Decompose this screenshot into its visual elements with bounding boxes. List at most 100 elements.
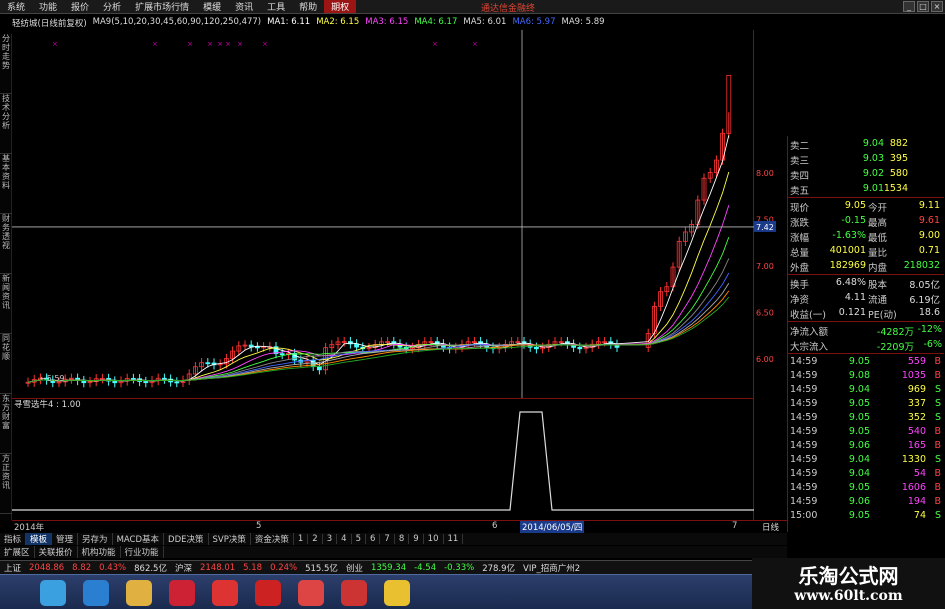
indicator-chart[interactable]: 0.800.600.400.20 (12, 398, 754, 520)
candlestick-chart[interactable]: × × × × × × × × × ×←5.59 (12, 30, 754, 400)
candle-body (577, 346, 583, 350)
folder-icon[interactable] (126, 580, 152, 606)
ask-row: 卖三 9.03 395 (788, 152, 944, 167)
indicator-tab[interactable]: DDE决策 (164, 533, 209, 545)
media-player-icon[interactable] (169, 580, 195, 606)
indicator-tab[interactable]: 10 (424, 534, 444, 544)
indicator-tab[interactable]: 9 (409, 534, 424, 544)
indicator-tab[interactable]: 8 (395, 534, 410, 544)
stat-label-2: 内盘 (868, 263, 888, 274)
menu-item-0[interactable]: 系统 (0, 0, 32, 13)
menu-item-4[interactable]: 扩展市场行情 (128, 0, 196, 13)
stat-value: 4.11 (844, 292, 866, 303)
indicator-tab[interactable]: 管理 (52, 533, 79, 545)
tick-volume: 540 (907, 426, 926, 437)
minimize-icon[interactable]: _ (903, 1, 915, 12)
site-watermark: 乐淘公式网 www.60lt.com (752, 558, 945, 609)
brand-title: 通达信金融终 (480, 4, 535, 14)
stat-label: 涨跌 (790, 218, 810, 229)
price-axis: 8.007.507.427.006.506.00 (754, 169, 776, 364)
close-icon[interactable]: × (931, 1, 943, 12)
price-tick: 7.00 (756, 262, 774, 271)
menu-item-6[interactable]: 资讯 (228, 0, 260, 13)
left-tab-5[interactable]: 同花顺 (0, 334, 12, 394)
price-tick: 6.50 (756, 309, 774, 318)
quote-panel: 卖二 9.04 882 卖三 9.03 395 卖四 9.02 580 卖五 9.01 1534 现价 9… (787, 136, 945, 532)
menu-item-2[interactable]: 报价 (64, 0, 96, 13)
left-tab-2[interactable]: 基本资料 (0, 154, 12, 214)
indicator-tab[interactable]: 资金决策 (251, 533, 294, 545)
indicator-tabs: 指标 模板 管理 另存为 MACD基本 DDE决策 SVP决策 资金决策 1 2 3 4 5 6 7 8 9 10… (0, 533, 787, 545)
left-tab-3[interactable]: 财务透视 (0, 214, 12, 274)
ask-label: 卖二 (790, 141, 810, 152)
signal-marker: × (472, 40, 478, 48)
indicator-tab[interactable]: 另存为 (78, 533, 113, 545)
tick-time: 14:59 (790, 398, 818, 409)
menu-item-1[interactable]: 功能 (32, 0, 64, 13)
extension-tab[interactable]: 机构功能 (78, 546, 121, 558)
tick-price: 9.05 (848, 426, 870, 437)
stock-app-icon-2[interactable] (298, 580, 324, 606)
menu-item-7[interactable]: 工具 (260, 0, 292, 13)
signal-marker: × (187, 40, 193, 48)
panel-divider (788, 321, 944, 322)
stat-row: 现价 9.05 今开 9.11 (788, 199, 944, 214)
tick-row: 14:59 9.05 352 S (788, 411, 944, 425)
maximize-icon[interactable]: □ (917, 1, 929, 12)
indicator-tab[interactable]: 6 (366, 534, 381, 544)
indicator-tab[interactable]: 3 (323, 534, 338, 544)
left-tab-1[interactable]: 技术分析 (0, 94, 12, 154)
indicator-tab[interactable]: 模板 (26, 533, 53, 545)
tick-time: 14:59 (790, 454, 818, 465)
tick-time: 15:00 (790, 510, 818, 521)
tick-volume: 165 (907, 440, 926, 451)
left-tab-7[interactable]: 方正资讯 (0, 454, 12, 514)
tick-volume: 337 (907, 398, 926, 409)
menu-item-8[interactable]: 帮助 (292, 0, 324, 13)
stat-value: 6.48% (835, 277, 866, 288)
menu-bar: 系统 功能 报价 分析 扩展市场行情 模缓 资讯 工具 帮助 期权 (0, 0, 945, 14)
indicator-tab[interactable]: 7 (380, 534, 395, 544)
stock-app-icon[interactable] (255, 580, 281, 606)
ask-price: 9.04 (862, 138, 884, 149)
tick-volume: 969 (907, 384, 926, 395)
stat-value: 9.05 (844, 200, 866, 211)
indicator-tab[interactable]: SVP决策 (209, 533, 251, 545)
left-tab-4[interactable]: 新闻资讯 (0, 274, 12, 334)
windows-start-icon[interactable] (40, 580, 66, 606)
indicator-tab[interactable]: 1 (294, 534, 309, 544)
left-tab-0[interactable]: 分时走势 (0, 34, 12, 94)
app-red-icon[interactable] (212, 580, 238, 606)
status-item: 0.24% (270, 562, 298, 573)
extension-tab[interactable]: 扩展区 (0, 546, 35, 558)
flow-row: 净流入额 -4282万 -12% (788, 323, 944, 338)
tick-row: 14:59 9.04 54 B (788, 467, 944, 481)
period-label[interactable]: 日线 (762, 521, 779, 533)
indicator-tab[interactable]: 4 (337, 534, 352, 544)
menu-item-9[interactable]: 期权 (324, 0, 357, 13)
indicator-tab[interactable]: 5 (352, 534, 366, 544)
stat-value-2: 8.05亿 (909, 280, 940, 291)
ie-browser-icon[interactable] (83, 580, 109, 606)
date-tick: 7 (732, 521, 738, 531)
extension-tab[interactable]: 关联报价 (35, 546, 78, 558)
date-tick: 6 (492, 521, 498, 531)
menu-item-5[interactable]: 模缓 (196, 0, 228, 13)
extension-tab[interactable]: 行业功能 (121, 546, 164, 558)
candle-body (174, 381, 180, 384)
app-yellow-icon[interactable] (384, 580, 410, 606)
menu-item-3[interactable]: 分析 (96, 0, 128, 13)
panel-divider (788, 274, 944, 275)
tick-row: 14:59 9.05 1606 B (788, 481, 944, 495)
indicator-tab[interactable]: 指标 (0, 533, 27, 545)
ask-volume: 1534 (883, 183, 908, 194)
ask-volume: 882 (889, 138, 908, 149)
indicator-tab[interactable]: MACD基本 (113, 533, 165, 545)
indicator-tab[interactable]: 11 (444, 534, 464, 544)
left-tab-6[interactable]: 东方财富 (0, 394, 12, 454)
status-item: 5.18 (243, 562, 263, 573)
stat-label-2: 最高 (868, 218, 888, 229)
status-item: 0.43% (99, 562, 127, 573)
indicator-tab[interactable]: 2 (308, 534, 323, 544)
stock-app-icon-3[interactable] (341, 580, 367, 606)
